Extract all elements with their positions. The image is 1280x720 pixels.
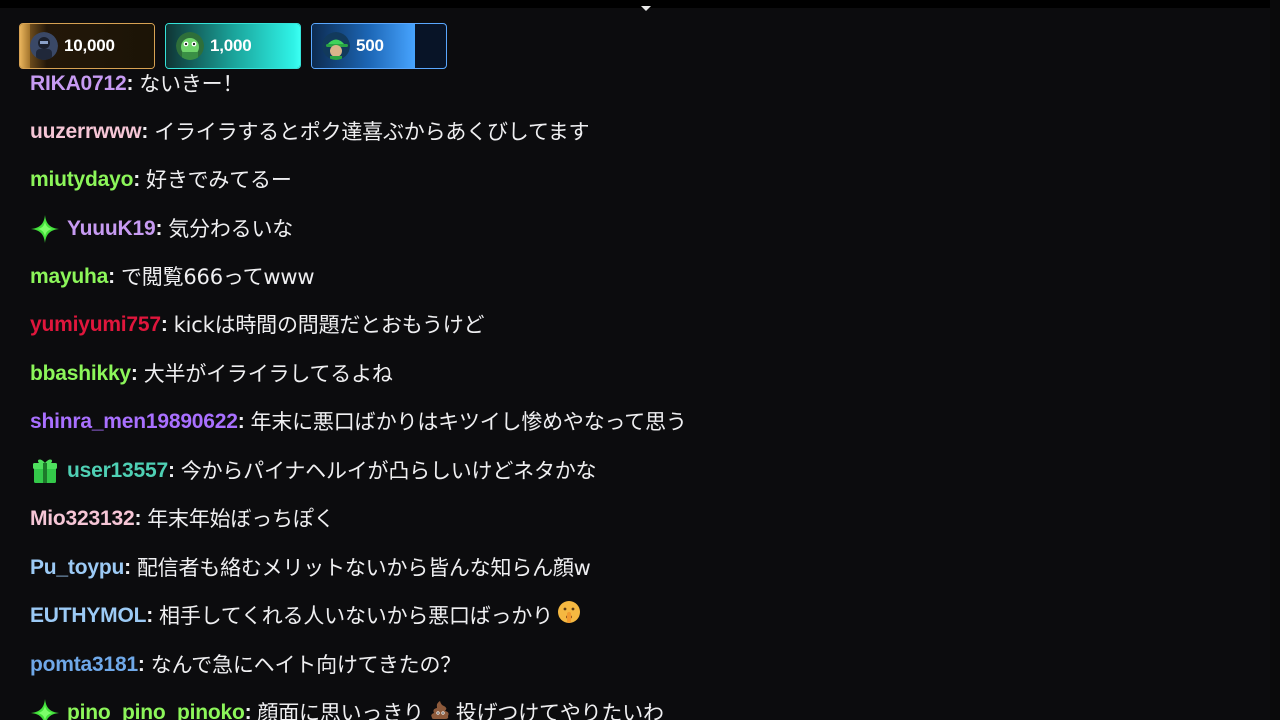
chat-message: shinra_men19890622: 年末に悪口ばかりはキツイし惨めやなって思う xyxy=(30,406,687,438)
chat-message-text: 気分わるいな xyxy=(168,217,294,241)
gift-badge-icon[interactable] xyxy=(30,456,60,486)
chat-message-text: イライラするとポク達喜ぶからあくびしてます xyxy=(154,120,590,144)
chat-username[interactable]: Pu_toypu xyxy=(30,552,124,584)
chat-separator: : xyxy=(126,72,134,95)
chat-scrollbar[interactable] xyxy=(1270,0,1280,720)
chat-message-text: 大半がイライラしてるよね xyxy=(143,362,393,386)
chat-username[interactable]: pino_pino_pinoko xyxy=(67,697,245,720)
chat-separator: : xyxy=(146,604,154,627)
chat-username[interactable]: mayuha xyxy=(30,261,108,293)
chat-separator: : xyxy=(134,507,142,530)
chat-username[interactable]: pomta3181 xyxy=(30,649,138,681)
chat-username[interactable]: uuzerrwww xyxy=(30,116,142,148)
chat-window: RIKA0712: ないきー！ uuzerrwww: イライラするとポク達喜ぶからあく… xyxy=(0,0,1280,720)
chat-message-text: ないきー！ xyxy=(139,72,244,96)
leaderboard-amount: 10,000 xyxy=(64,36,115,55)
chat-message: miutydayo: 好きでみてるー xyxy=(30,164,292,196)
chat-message: Mio323132: 年末年始ぼっちぽく xyxy=(30,503,335,535)
dark-user-avatar xyxy=(30,32,58,60)
chat-separator: : xyxy=(141,120,149,143)
chat-message-text: 年末年始ぼっちぽく xyxy=(147,507,335,531)
chat-message-text: kickは時間の問題だとおもうけど xyxy=(173,313,485,337)
chat-separator: : xyxy=(167,459,175,482)
chat-message: uuzerrwww: イライラするとポク達喜ぶからあくびしてます xyxy=(30,116,590,148)
chat-message: pino_pino_pinoko: 顔面に思いっきり 投げつけてやりたいわ xyxy=(30,697,664,720)
chat-separator: : xyxy=(108,265,115,288)
chat-separator: : xyxy=(137,653,145,676)
chat-message: user13557: 今からパイナヘルイが凸らしいけどネタかな xyxy=(30,455,597,487)
chat-separator: : xyxy=(130,362,138,385)
chat-message: bbashikky: 大半がイライラしてるよね xyxy=(30,358,393,390)
chat-message: mayuha: で閲覧666ってwww xyxy=(30,261,315,293)
leaderboard-badge[interactable]: 1,000 xyxy=(165,23,301,69)
chat-username[interactable]: miutydayo xyxy=(30,164,133,196)
sparkle-badge-icon[interactable] xyxy=(30,214,60,244)
leaderboard-amount: 500 xyxy=(356,36,384,55)
chat-username[interactable]: YuuuK19 xyxy=(67,213,156,245)
chat-username[interactable]: RIKA0712 xyxy=(30,68,127,100)
chat-username[interactable]: user13557 xyxy=(67,455,168,487)
green-cap-avatar xyxy=(322,32,350,60)
chat-username[interactable]: EUTHYMOL xyxy=(30,600,146,632)
leaderboard-badge[interactable]: 10,000 xyxy=(19,23,155,69)
top-edge xyxy=(0,0,1280,8)
chat-username[interactable]: Mio323132 xyxy=(30,503,135,535)
chat-message-text: 年末に悪口ばかりはキツイし惨めやなって思う xyxy=(250,410,687,434)
poop-emoji xyxy=(428,697,452,720)
chat-message-text: 好きでみてるー xyxy=(146,168,292,192)
chat-separator: : xyxy=(155,217,163,240)
gift-leaderboard: 10,000 1,000 500 xyxy=(19,23,447,69)
chat-message: yumiyumi757: kickは時間の問題だとおもうけど xyxy=(30,309,485,341)
leaderboard-amount: 1,000 xyxy=(210,36,252,55)
collapse-caret-icon[interactable] xyxy=(641,6,651,11)
chat-username[interactable]: shinra_men19890622 xyxy=(30,406,238,438)
chat-message: Pu_toypu: 配信者も絡むメリットないから皆んな知らん顔w xyxy=(30,552,591,584)
chat-separator: : xyxy=(237,410,245,433)
green-frog-avatar xyxy=(176,32,204,60)
chat-username[interactable]: bbashikky xyxy=(30,358,131,390)
chat-message: RIKA0712: ないきー！ xyxy=(30,68,243,100)
chat-message-text: 相手してくれる人いないから悪口ばっかり xyxy=(159,604,553,628)
chat-separator: : xyxy=(244,701,252,720)
chat-username[interactable]: yumiyumi757 xyxy=(30,309,161,341)
chat-message-text: 顔面に思いっきり xyxy=(257,701,424,720)
chat-message-text: 今からパイナヘルイが凸らしいけどネタかな xyxy=(180,459,597,483)
chat-message-text: で閲覧666ってwww xyxy=(120,265,315,289)
chat-separator: : xyxy=(124,556,131,579)
chat-message: YuuuK19: 気分わるいな xyxy=(30,213,293,245)
chat-message: pomta3181: なんで急にヘイト向けてきたの？ xyxy=(30,649,461,681)
chat-separator: : xyxy=(160,313,168,336)
shushing-face-emoji xyxy=(557,600,581,633)
chat-message-text: 投げつけてやりたいわ xyxy=(455,701,664,720)
sparkle-badge-icon[interactable] xyxy=(30,698,60,720)
chat-message-text: 配信者も絡むメリットないから皆んな知らん顔w xyxy=(136,556,591,580)
chat-separator: : xyxy=(133,168,141,191)
leaderboard-badge[interactable]: 500 xyxy=(311,23,447,69)
chat-message-text: なんで急にヘイト向けてきたの？ xyxy=(150,653,462,677)
chat-message: EUTHYMOL: 相手してくれる人いないから悪口ばっかり xyxy=(30,600,581,632)
